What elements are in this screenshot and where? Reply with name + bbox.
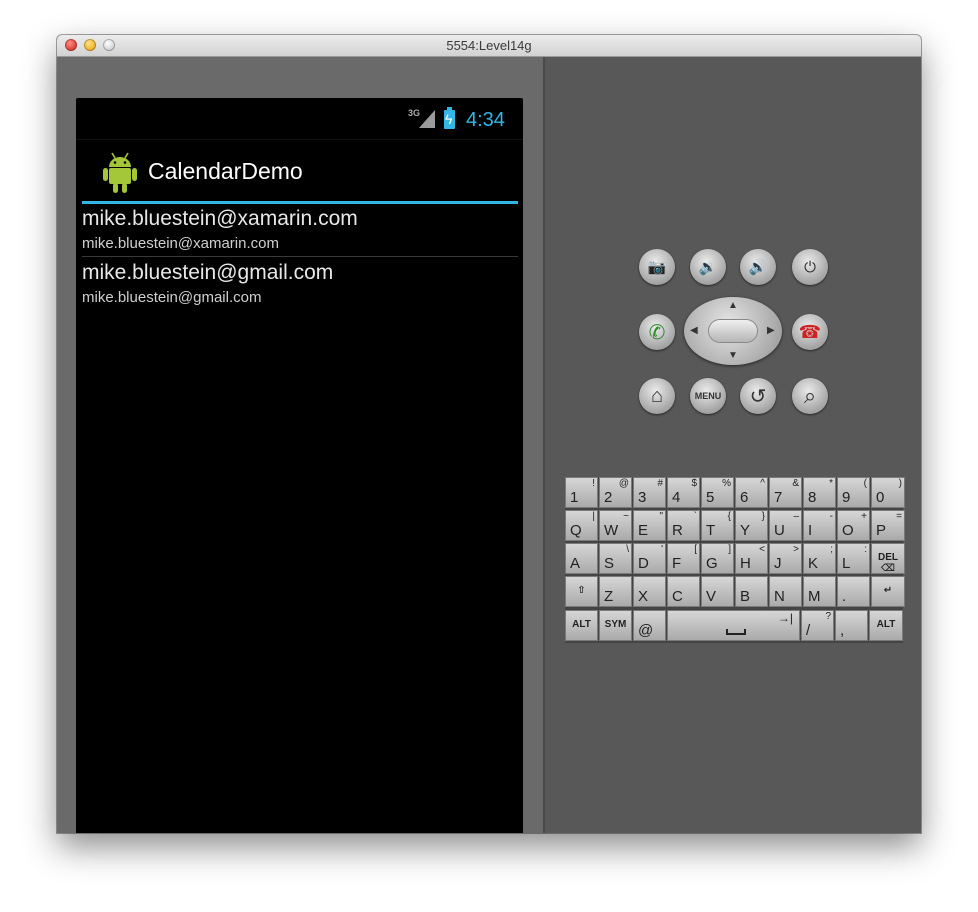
action-bar: CalendarDemo: [76, 139, 523, 200]
dpad-right-icon[interactable]: ▶: [767, 325, 775, 336]
key[interactable]: R `: [667, 510, 700, 541]
key[interactable]: 7 &: [769, 477, 802, 508]
key[interactable]: DEL ⌫: [871, 543, 905, 574]
dpad-down-icon[interactable]: ▼: [728, 350, 738, 361]
key[interactable]: N: [769, 576, 802, 607]
app-title: CalendarDemo: [148, 158, 303, 184]
key[interactable]: Q |: [565, 510, 598, 541]
end-call-button[interactable]: ☎: [792, 314, 828, 350]
alt-key[interactable]: ALT: [565, 610, 598, 641]
home-button[interactable]: ⌂: [639, 378, 675, 414]
end-call-icon: ☎: [798, 321, 822, 342]
volume-up-icon: 🔊: [748, 259, 768, 276]
emulator-controls: 📷 🔉 🔊 ⏻ ✆ ▲ ▼ ◀ ▶ ☎ ⌂ MENU ↺ ⌕ 1! 2 @3 #4 $5…: [545, 57, 921, 833]
menu-label: MENU: [694, 391, 722, 401]
key[interactable]: P =: [871, 510, 905, 541]
volume-down-icon: 🔉: [698, 259, 718, 276]
key[interactable]: B: [735, 576, 768, 607]
key[interactable]: X: [633, 576, 666, 607]
account-title: mike.bluestein@gmail.com: [82, 261, 334, 284]
power-icon: ⏻: [804, 258, 816, 276]
key[interactable]: 1!: [565, 477, 598, 508]
key[interactable]: 5%: [701, 477, 734, 508]
account-title: mike.bluestein@xamarin.com: [82, 207, 358, 230]
search-button[interactable]: ⌕: [792, 378, 828, 414]
call-button[interactable]: ✆: [639, 314, 675, 350]
home-icon: ⌂: [650, 384, 664, 407]
key[interactable]: E ": [633, 510, 666, 541]
dpad[interactable]: ▲ ▼ ◀ ▶: [684, 297, 782, 365]
key[interactable]: K;: [803, 543, 836, 574]
account-subtitle: mike.bluestein@xamarin.com: [82, 235, 279, 252]
status-clock: 4:34: [466, 109, 505, 131]
key[interactable]: 2 @: [599, 477, 632, 508]
hardware-keyboard: 1! 2 @3 #4 $5% 6 ^ 7 & 8 * 9(0) Q | W ~ E " R ` T{Y} U – I - O + P =…: [565, 477, 905, 643]
device-screen: 3G ϟ 4:34 CalendarDemo mike.bluestein@xa…: [76, 98, 523, 833]
key[interactable]: V: [701, 576, 734, 607]
android-app-icon[interactable]: [102, 150, 138, 194]
dpad-left-icon[interactable]: ◀: [690, 325, 698, 336]
sym-key[interactable]: SYM: [599, 610, 632, 641]
power-button[interactable]: ⏻: [792, 249, 828, 285]
key[interactable]: J >: [769, 543, 802, 574]
at-key[interactable]: @: [633, 610, 666, 641]
key[interactable]: ⇧: [565, 576, 598, 607]
window-title: 5554:Level14g: [446, 38, 532, 53]
volume-up-button[interactable]: 🔊: [740, 249, 776, 285]
search-icon: ⌕: [803, 383, 817, 408]
key[interactable]: S \: [599, 543, 632, 574]
key[interactable]: 9(: [837, 477, 870, 508]
alt-key[interactable]: ALT: [869, 610, 903, 641]
dpad-up-icon[interactable]: ▲: [728, 300, 738, 311]
key[interactable]: .: [837, 576, 870, 607]
key[interactable]: 6 ^: [735, 477, 768, 508]
key[interactable]: H <: [735, 543, 768, 574]
key[interactable]: G]: [701, 543, 734, 574]
account-subtitle: mike.bluestein@gmail.com: [82, 289, 262, 306]
status-bar: 3G ϟ 4:34: [76, 98, 523, 138]
volume-down-button[interactable]: 🔉: [690, 249, 726, 285]
key[interactable]: D ': [633, 543, 666, 574]
key[interactable]: W ~: [599, 510, 632, 541]
list-item-account[interactable]: mike.bluestein@xamarin.com mike.bluestei…: [82, 206, 518, 260]
key[interactable]: F[: [667, 543, 700, 574]
key[interactable]: 4 $: [667, 477, 700, 508]
key[interactable]: C: [667, 576, 700, 607]
key[interactable]: 0): [871, 477, 905, 508]
key[interactable]: 8 *: [803, 477, 836, 508]
key[interactable]: M: [803, 576, 836, 607]
key[interactable]: T{: [701, 510, 734, 541]
key[interactable]: Y}: [735, 510, 768, 541]
menu-button[interactable]: MENU: [690, 378, 726, 414]
title-bar[interactable]: 5554:Level14g: [57, 35, 921, 57]
battery-charging-icon: ϟ: [444, 107, 455, 129]
key[interactable]: U –: [769, 510, 802, 541]
space-key[interactable]: →|: [667, 610, 800, 641]
key[interactable]: ↵: [871, 576, 905, 607]
key[interactable]: Z: [599, 576, 632, 607]
key[interactable]: O +: [837, 510, 870, 541]
action-bar-divider: [82, 201, 518, 204]
call-icon: ✆: [648, 321, 666, 344]
list-divider: [82, 256, 518, 257]
dpad-center-button[interactable]: [709, 320, 757, 342]
key[interactable]: A: [565, 543, 598, 574]
back-button[interactable]: ↺: [740, 378, 776, 414]
signal-icon: [419, 110, 435, 128]
back-icon: ↺: [749, 385, 767, 408]
camera-icon: 📷: [647, 259, 667, 276]
device-frame: 3G ϟ 4:34 CalendarDemo mike.bluestein@xa…: [57, 57, 543, 833]
key[interactable]: L:: [837, 543, 870, 574]
key[interactable]: I-: [803, 510, 836, 541]
list-item-account[interactable]: mike.bluestein@gmail.com mike.bluestein@…: [82, 260, 518, 314]
emulator-window: 5554:Level14g 3G ϟ 4:34 CalendarDemo mik…: [57, 35, 921, 833]
comma-key[interactable]: ,: [835, 610, 868, 641]
camera-button[interactable]: 📷: [639, 249, 675, 285]
slash-key[interactable]: /?: [801, 610, 834, 641]
key[interactable]: 3 #: [633, 477, 666, 508]
